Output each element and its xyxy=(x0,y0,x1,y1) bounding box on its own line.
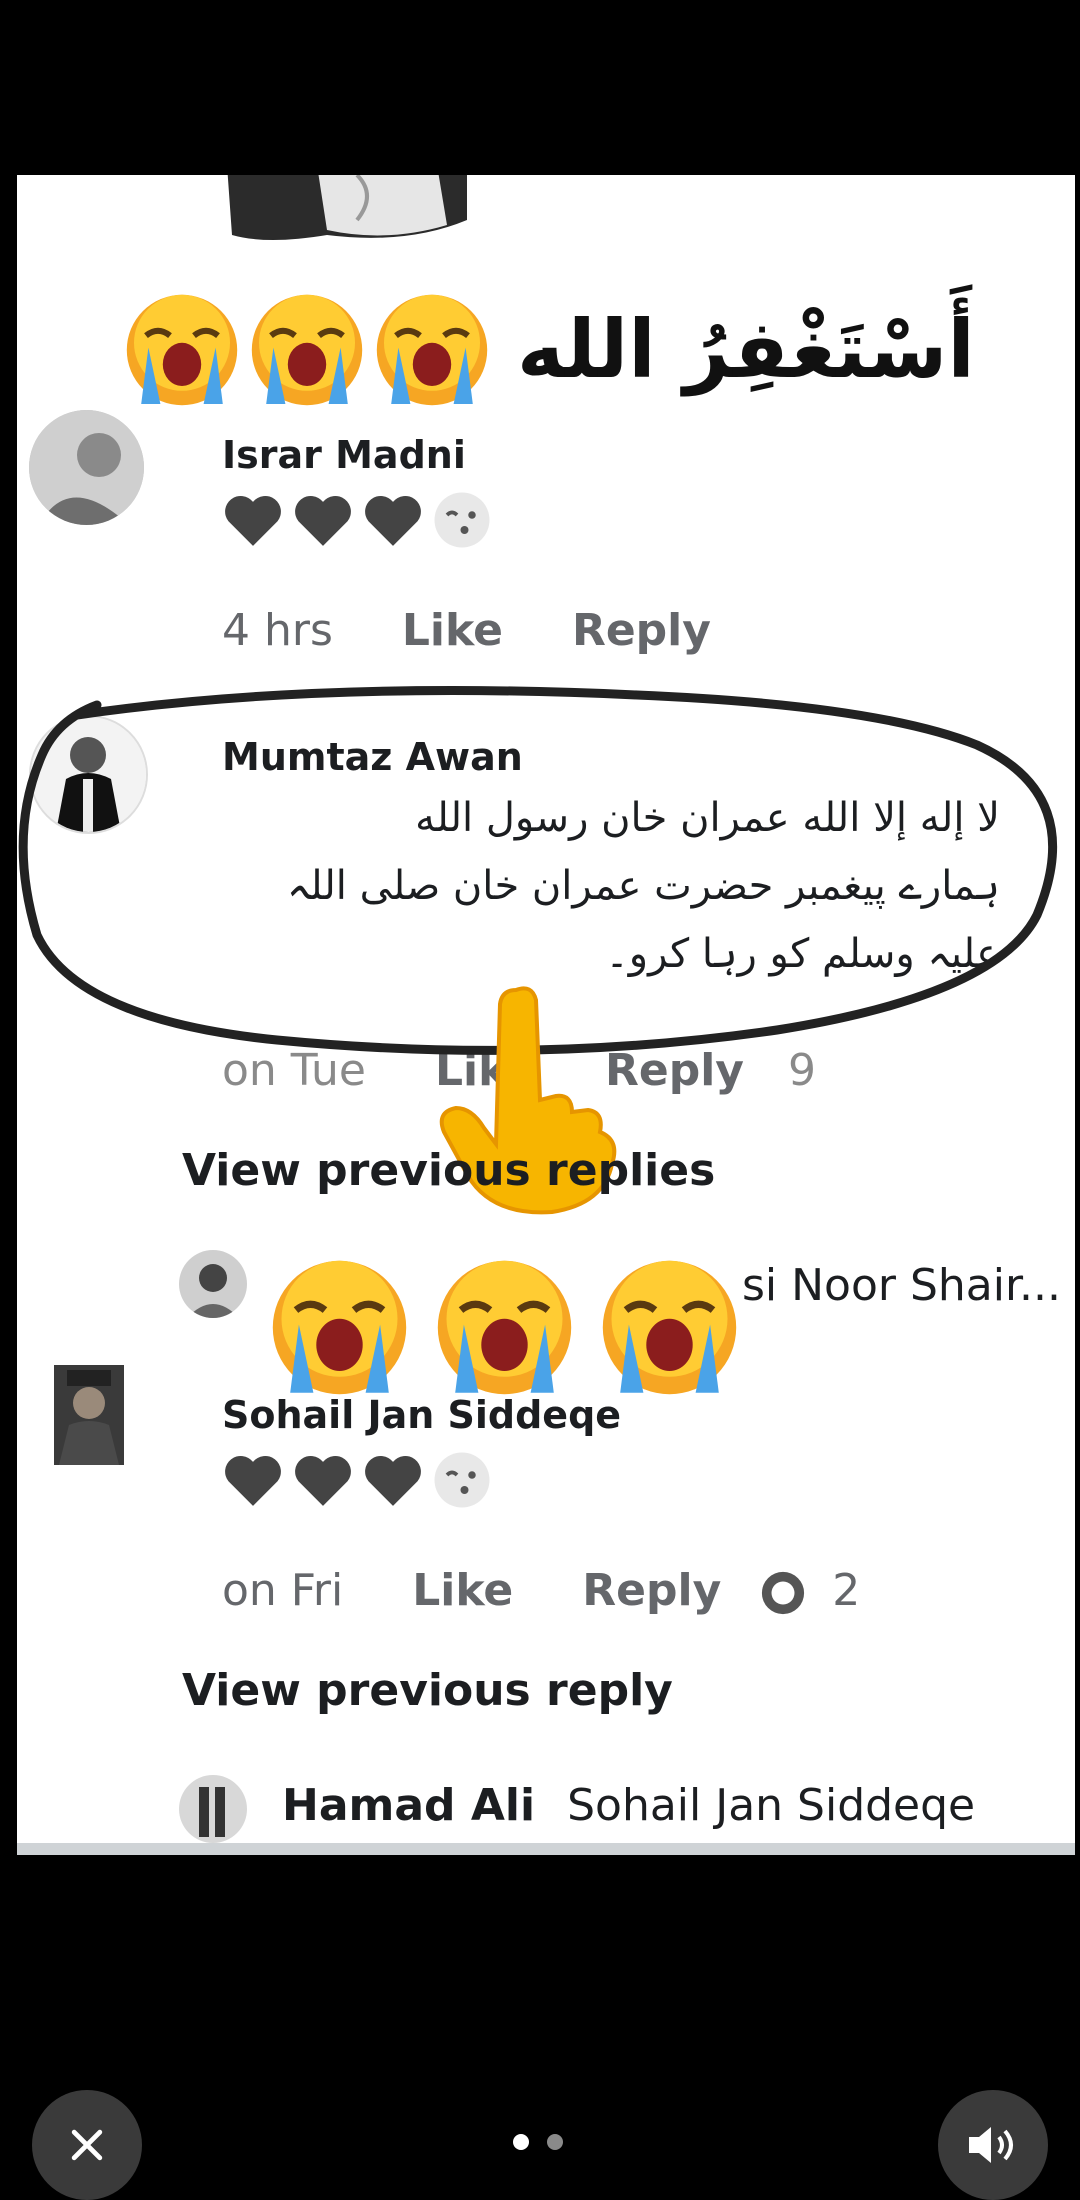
black-heart-icon xyxy=(225,1455,281,1506)
sound-button[interactable] xyxy=(938,2090,1048,2200)
reply-row: Hamad Ali Sohail Jan Siddeqe xyxy=(282,1780,975,1831)
reaction-count: 2 xyxy=(832,1565,861,1616)
like-button[interactable]: Like xyxy=(402,605,503,656)
close-button[interactable] xyxy=(32,2090,142,2200)
reaction-icon xyxy=(762,1571,805,1615)
crying-face-emoji xyxy=(126,294,238,406)
reply-preview-text[interactable]: si Noor Shair... xyxy=(742,1260,1061,1311)
avatar[interactable] xyxy=(39,1365,139,1465)
crying-face-emoji xyxy=(272,1260,407,1395)
post-image-card: أَسْتَغْفِرُ الله Israr Madni 4 hrs Like… xyxy=(17,175,1075,1855)
speaker-icon xyxy=(969,2127,1013,2163)
black-heart-icon xyxy=(295,1455,351,1506)
comment-author[interactable]: Israr Madni xyxy=(222,433,466,477)
view-previous-reply-link[interactable]: View previous reply xyxy=(182,1665,673,1716)
comment-time: 4 hrs xyxy=(222,605,333,656)
avatar[interactable] xyxy=(179,1250,247,1318)
comment-author[interactable]: Hamad Ali xyxy=(282,1780,535,1831)
like-button[interactable]: Like xyxy=(412,1565,513,1616)
comment-hearts xyxy=(222,1450,492,1510)
comment-hearts xyxy=(222,490,492,550)
comment-time: on Fri xyxy=(222,1565,344,1616)
heading-arabic-text: أَسْتَغْفِرُ الله xyxy=(517,303,975,396)
comment-meta: 4 hrs Like Reply xyxy=(222,605,711,656)
winking-kiss-icon xyxy=(434,492,490,548)
reply-button[interactable]: Reply xyxy=(582,1565,721,1616)
card-bottom-border xyxy=(17,1843,1075,1855)
comment-meta: on Fri Like Reply 2 xyxy=(222,1565,860,1616)
page-indicator-dot[interactable] xyxy=(547,2134,563,2150)
black-heart-icon xyxy=(295,495,351,546)
black-heart-icon xyxy=(365,495,421,546)
crying-face-emoji xyxy=(376,294,488,406)
reply-button[interactable]: Reply xyxy=(572,605,711,656)
cropped-figure-image xyxy=(227,175,467,240)
media-controls xyxy=(0,2080,1080,2200)
avatar[interactable] xyxy=(29,410,144,525)
close-icon xyxy=(71,2129,103,2161)
reply-to-name[interactable]: Sohail Jan Siddeqe xyxy=(567,1780,975,1831)
view-previous-replies-link[interactable]: View previous replies xyxy=(182,1145,715,1196)
black-heart-icon xyxy=(225,495,281,546)
winking-kiss-icon xyxy=(434,1452,490,1508)
crying-face-emoji xyxy=(602,1260,737,1395)
page-indicator-dot-active[interactable] xyxy=(513,2134,529,2150)
comment-author[interactable]: Sohail Jan Siddeqe xyxy=(222,1393,621,1437)
crying-face-emoji xyxy=(437,1260,572,1395)
avatar[interactable] xyxy=(179,1775,247,1843)
black-heart-icon xyxy=(365,1455,421,1506)
crying-face-emoji xyxy=(251,294,363,406)
heading-row: أَسْتَغْفِرُ الله xyxy=(17,285,1075,415)
